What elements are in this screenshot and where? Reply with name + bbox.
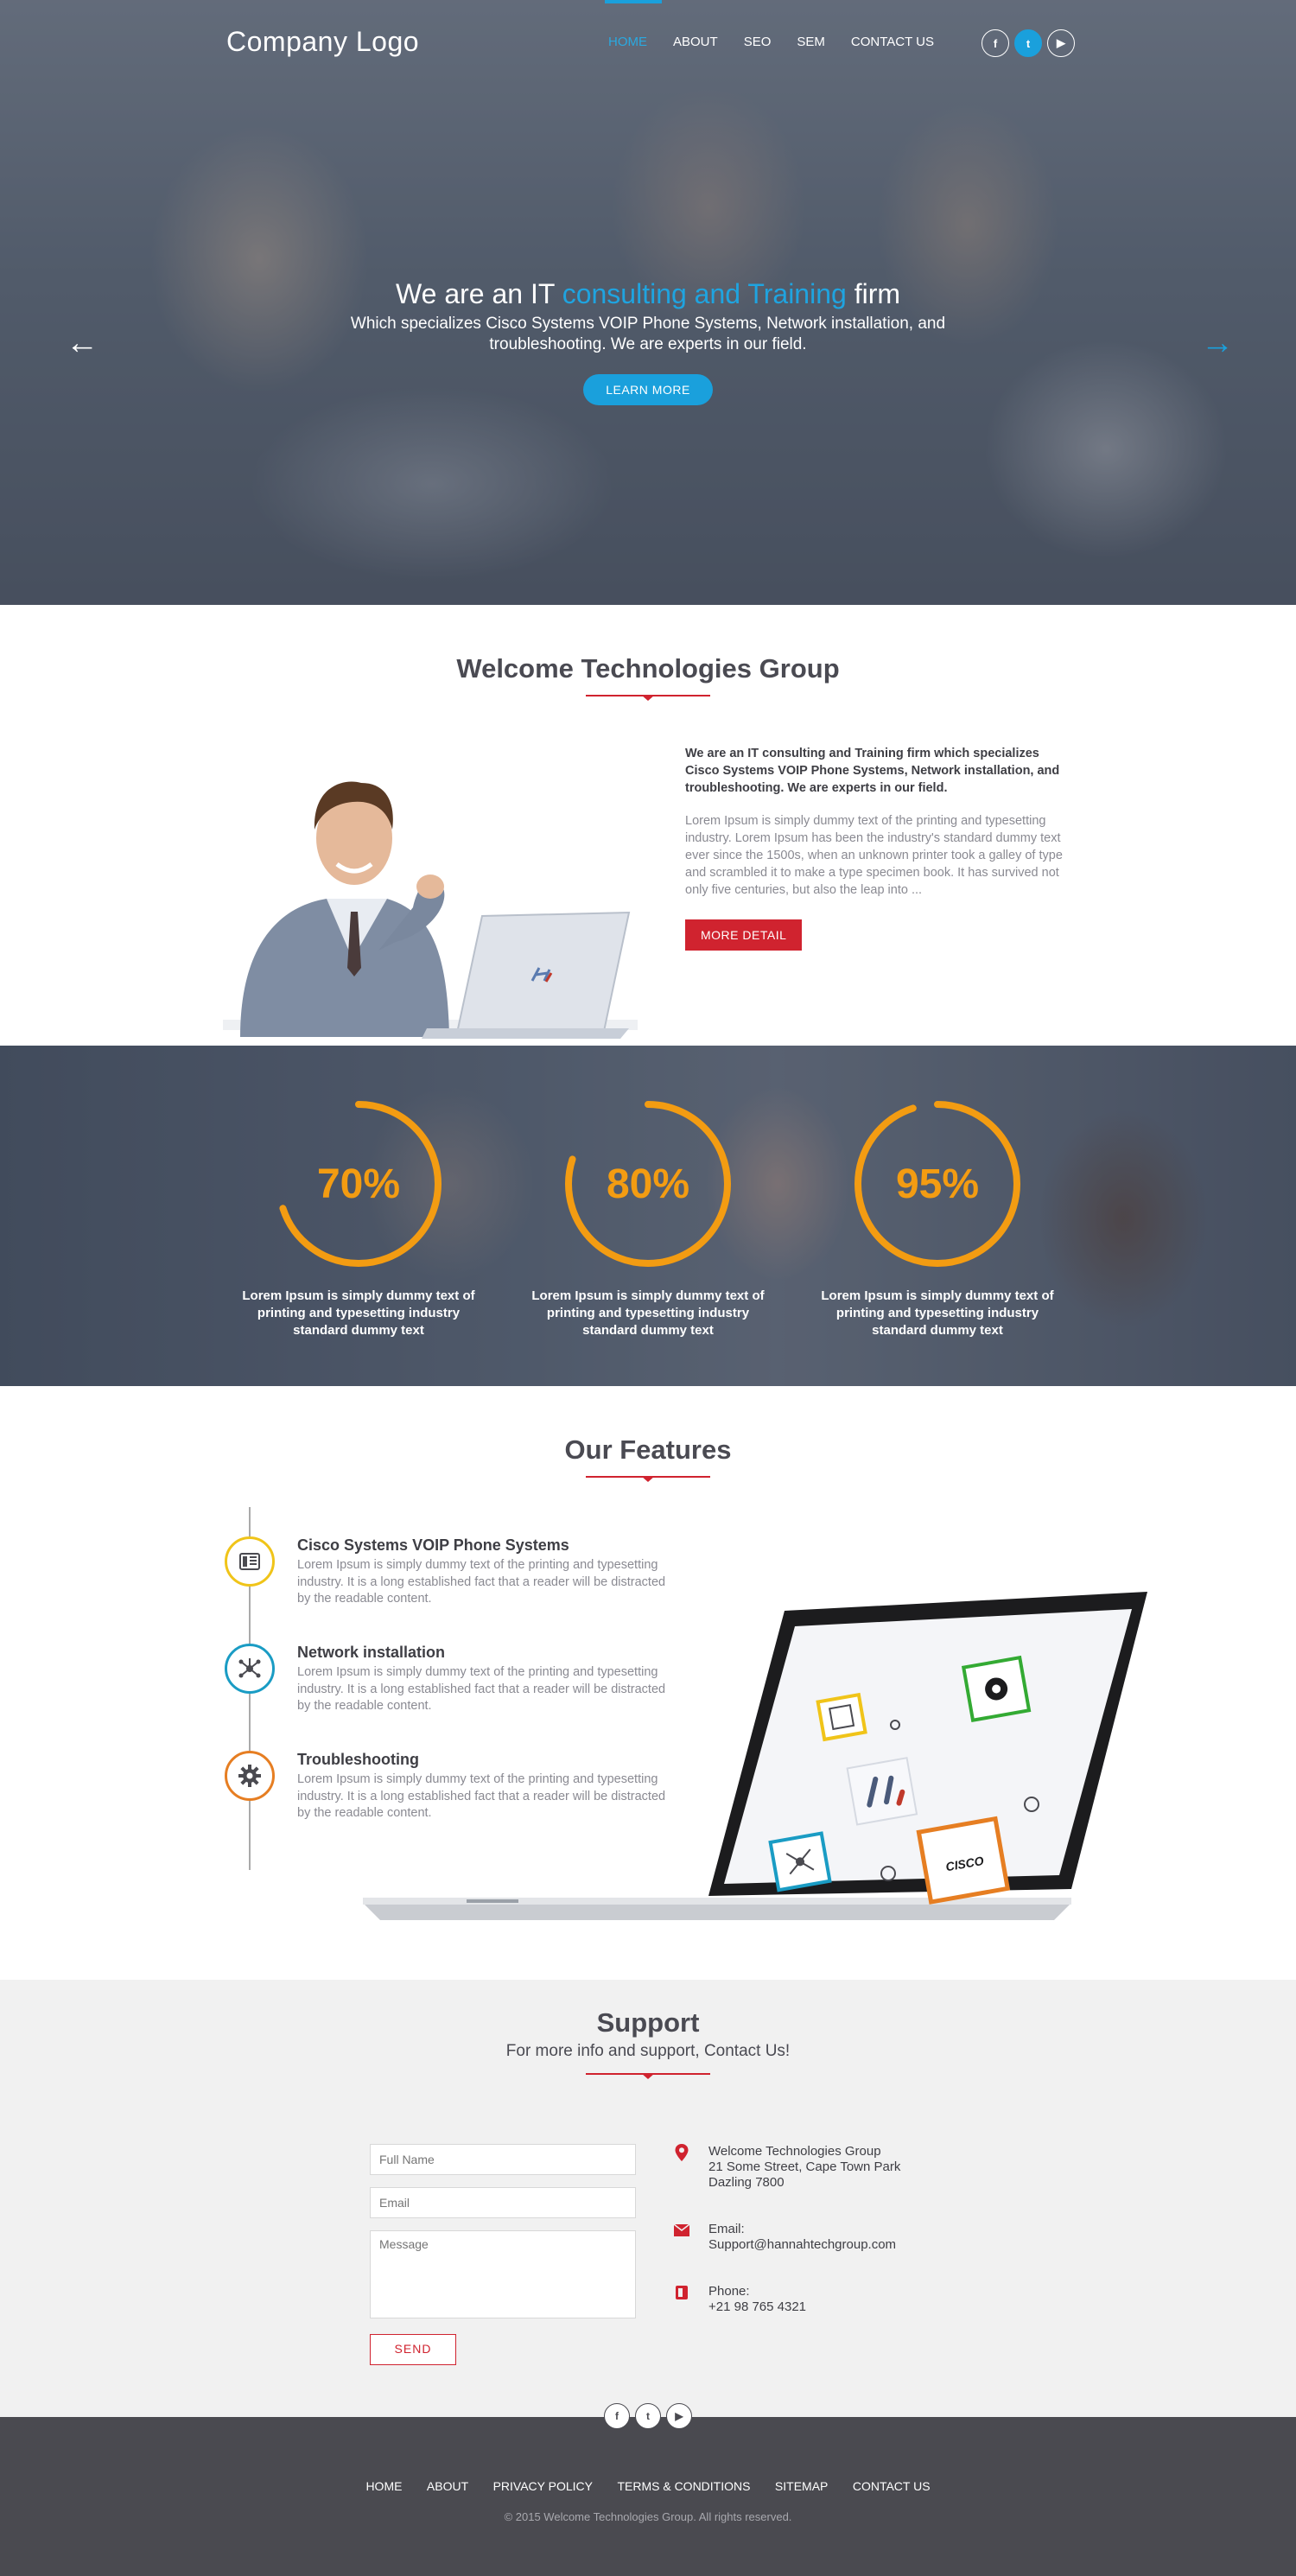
businessman-with-laptop-image — [223, 781, 638, 1039]
gear-icon — [225, 1751, 275, 1801]
nav-home[interactable]: HOME — [608, 35, 647, 49]
stat-item: 70% Lorem Ipsum is simply dummy text of … — [229, 1097, 488, 1339]
stat-item: 80% Lorem Ipsum is simply dummy text of … — [518, 1097, 778, 1339]
progress-ring: 70% — [276, 1101, 442, 1267]
envelope-icon — [674, 2223, 689, 2236]
support-section: Support For more info and support, Conta… — [0, 1980, 1296, 2417]
stat-label: Lorem Ipsum is simply dummy text of prin… — [242, 1288, 475, 1338]
message-textarea[interactable] — [370, 2230, 636, 2318]
stats-section: 70% Lorem Ipsum is simply dummy text of … — [0, 1046, 1296, 1386]
footer-social-links: f t ▶ — [0, 2403, 1296, 2429]
footer-nav-about[interactable]: ABOUT — [427, 2479, 468, 2493]
footer: f t ▶ HOME ABOUT PRIVACY POLICY TERMS & … — [0, 2403, 1296, 2576]
facebook-icon[interactable]: f — [982, 29, 1009, 57]
welcome-intro: We are an IT consulting and Training fir… — [685, 747, 1060, 795]
title-divider — [586, 1476, 710, 1482]
nav-seo[interactable]: SEO — [744, 35, 772, 49]
title-divider — [586, 2073, 710, 2079]
social-links: f t ▶ — [982, 29, 1075, 57]
support-title: Support — [596, 2007, 700, 2038]
hero-subtitle: Which specializes Cisco Systems VOIP Pho… — [350, 315, 946, 353]
welcome-body: Lorem Ipsum is simply dummy text of the … — [685, 814, 1063, 897]
welcome-text-block: We are an IT consulting and Training fir… — [685, 745, 1074, 951]
footer-nav-home[interactable]: HOME — [365, 2479, 402, 2493]
features-section: Our Features Cisco Systems VOIP Phone Sy… — [0, 1386, 1296, 1980]
laptop-illustration: CISCO — [363, 1592, 1147, 1920]
active-nav-indicator — [605, 0, 662, 3]
main-menu: HOME ABOUT SEO SEM CONTACT US — [608, 35, 960, 49]
youtube-icon[interactable]: ▶ — [666, 2403, 692, 2429]
top-navigation: Company Logo HOME ABOUT SEO SEM CONTACT … — [0, 26, 1296, 60]
nav-sem[interactable]: SEM — [797, 35, 825, 49]
footer-nav-sitemap[interactable]: SITEMAP — [775, 2479, 828, 2493]
location-pin-icon — [675, 2144, 689, 2161]
support-subtitle: For more info and support, Contact Us! — [505, 2042, 791, 2060]
nav-about[interactable]: ABOUT — [673, 35, 718, 49]
phone-text: Phone: +21 98 765 4321 — [708, 2284, 807, 2314]
email-input[interactable] — [370, 2187, 636, 2218]
footer-nav-terms[interactable]: TERMS & CONDITIONS — [617, 2479, 750, 2493]
stat-label: Lorem Ipsum is simply dummy text of prin… — [821, 1288, 1054, 1338]
address-text: Welcome Technologies Group 21 Some Stree… — [708, 2144, 901, 2190]
stat-value: 80% — [607, 1161, 689, 1207]
send-button[interactable]: SEND — [370, 2334, 456, 2365]
nav-contact-us[interactable]: CONTACT US — [851, 35, 934, 49]
company-logo[interactable]: Company Logo — [226, 26, 419, 58]
title-divider — [586, 695, 710, 701]
features-title: Our Features — [564, 1434, 732, 1465]
hero-title-post: firm — [846, 278, 900, 309]
network-icon — [225, 1644, 275, 1694]
more-detail-button[interactable]: MORE DETAIL — [685, 919, 803, 951]
stat-item: 95% Lorem Ipsum is simply dummy text of … — [808, 1097, 1067, 1339]
progress-ring: 80% — [565, 1101, 731, 1267]
facebook-icon[interactable]: f — [604, 2403, 630, 2429]
twitter-icon[interactable]: t — [635, 2403, 661, 2429]
hero-slider: Company Logo HOME ABOUT SEO SEM CONTACT … — [0, 0, 1296, 605]
progress-ring: 95% — [854, 1101, 1020, 1267]
learn-more-button[interactable]: LEARN MORE — [583, 374, 713, 405]
copyright-text: © 2015 Welcome Technologies Group. All r… — [504, 2510, 792, 2523]
hero-title: We are an IT consulting and Training fir… — [0, 278, 1296, 310]
footer-nav-contact-us[interactable]: CONTACT US — [853, 2479, 931, 2493]
youtube-icon[interactable]: ▶ — [1047, 29, 1075, 57]
stat-label: Lorem Ipsum is simply dummy text of prin… — [531, 1288, 765, 1338]
welcome-title: Welcome Technologies Group — [456, 653, 840, 684]
footer-navigation: HOME ABOUT PRIVACY POLICY TERMS & CONDIT… — [0, 2479, 1296, 2495]
footer-nav-privacy-policy[interactable]: PRIVACY POLICY — [493, 2479, 593, 2493]
full-name-input[interactable] — [370, 2144, 636, 2175]
phone-icon — [225, 1536, 275, 1587]
twitter-icon[interactable]: t — [1014, 29, 1042, 57]
hero-title-highlight: consulting and Training — [562, 278, 847, 309]
stat-value: 70% — [317, 1161, 400, 1207]
welcome-section: Welcome Technologies Group We are an IT … — [0, 605, 1296, 1046]
email-text: Email: Support@hannahtechgroup.com — [708, 2222, 897, 2252]
hero-title-pre: We are an IT — [396, 278, 562, 309]
phone-icon — [676, 2286, 688, 2299]
stat-value: 95% — [896, 1161, 979, 1207]
hero-content: We are an IT consulting and Training fir… — [0, 278, 1296, 405]
